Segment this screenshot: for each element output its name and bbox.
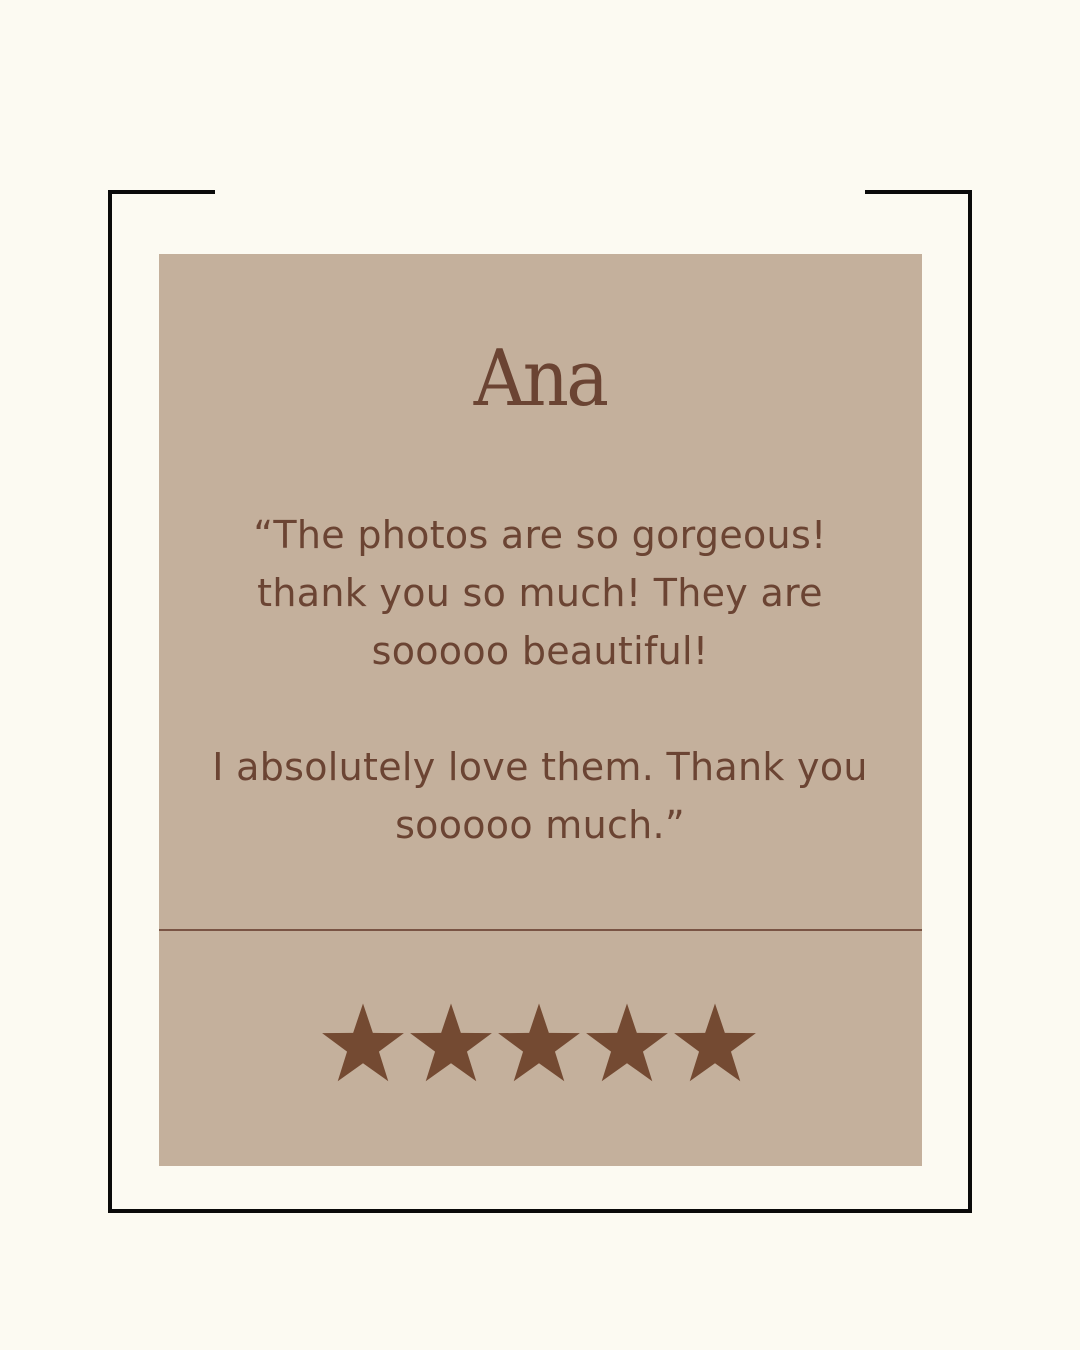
star-icon [410,1003,492,1082]
testimonial-quote-paragraph-2: I absolutely love them. Thank you sooooo… [212,745,868,847]
star-rating [320,1000,760,1086]
reviewer-name: Ana [473,334,609,424]
star-icon [674,1003,756,1082]
card-divider [159,929,922,931]
star-icon [498,1003,580,1082]
frame-top-left-border [108,190,215,194]
testimonial-quote-paragraph-1: “The photos are so gorgeous! thank you s… [253,513,827,673]
frame-bottom-border [108,1209,972,1213]
frame-top-right-border [865,190,972,194]
star-icon [586,1003,668,1082]
star-icon [322,1003,404,1082]
